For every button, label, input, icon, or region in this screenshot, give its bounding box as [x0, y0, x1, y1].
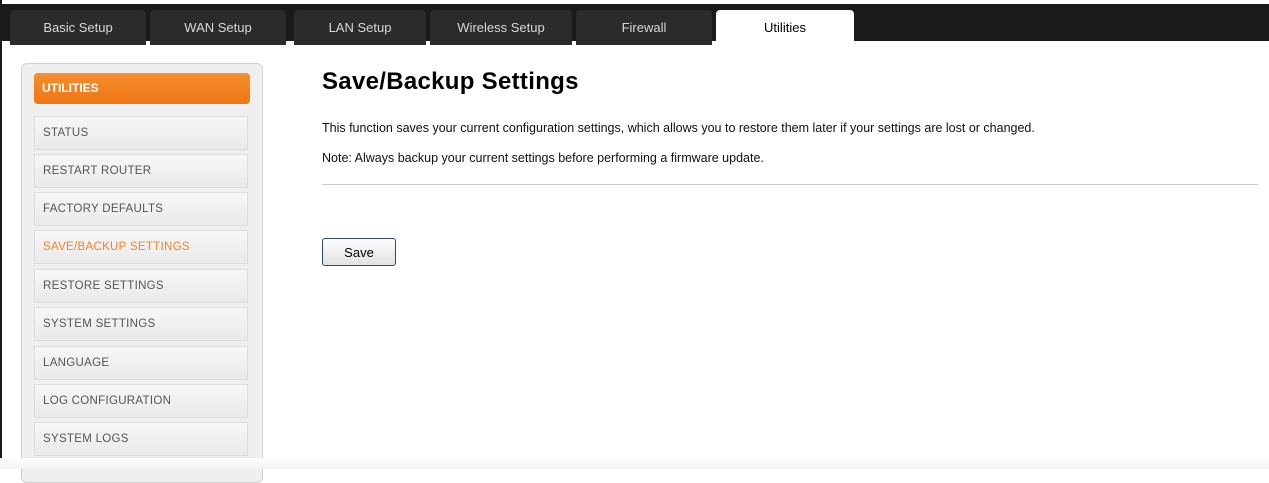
divider	[322, 184, 1258, 185]
sidebar-item-restart-router[interactable]: RESTART ROUTER	[34, 154, 248, 188]
page-description: This function saves your current configu…	[322, 121, 1035, 135]
sidebar-item-restore-settings[interactable]: RESTORE SETTINGS	[34, 269, 248, 303]
sidebar-header: UTILITIES	[34, 73, 250, 104]
tab-utilities[interactable]: Utilities	[716, 10, 854, 47]
sidebar-item-save-backup-settings[interactable]: SAVE/BACKUP SETTINGS	[34, 230, 248, 264]
tab-basic-setup[interactable]: Basic Setup	[10, 10, 146, 45]
sidebar-item-system-logs[interactable]: SYSTEM LOGS	[34, 422, 248, 456]
tab-wireless-setup[interactable]: Wireless Setup	[430, 10, 572, 45]
save-button[interactable]: Save	[322, 238, 396, 266]
bottom-shade	[0, 458, 1269, 469]
sidebar-item-status[interactable]: STATUS	[34, 116, 248, 150]
sidebar-item-language[interactable]: LANGUAGE	[34, 346, 248, 380]
tab-firewall[interactable]: Firewall	[576, 10, 712, 45]
sidebar-item-factory-defaults[interactable]: FACTORY DEFAULTS	[34, 192, 248, 226]
tab-lan-setup[interactable]: LAN Setup	[294, 10, 426, 45]
sidebar: UTILITIES STATUS RESTART ROUTER FACTORY …	[21, 63, 263, 483]
sidebar-item-system-settings[interactable]: SYSTEM SETTINGS	[34, 307, 248, 341]
page-note: Note: Always backup your current setting…	[322, 151, 764, 165]
tab-wan-setup[interactable]: WAN Setup	[150, 10, 286, 45]
top-tab-bar: Basic Setup WAN Setup LAN Setup Wireless…	[0, 4, 1269, 47]
sidebar-item-log-configuration[interactable]: LOG CONFIGURATION	[34, 384, 248, 418]
page-title: Save/Backup Settings	[322, 68, 579, 95]
